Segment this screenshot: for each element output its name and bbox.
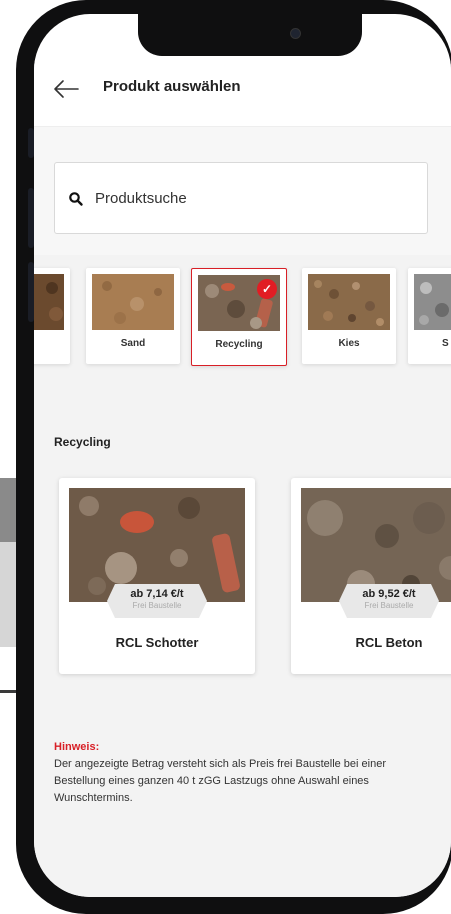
hint-box: Hinweis: Der angezeigte Betrag versteht … (54, 739, 429, 807)
category-label: Sand (120, 338, 146, 349)
selected-check-icon: ✓ (257, 279, 277, 299)
category-label: S (442, 338, 449, 349)
category-image (92, 274, 174, 330)
hint-text: Der angezeigte Betrag versteht sich als … (54, 758, 387, 804)
main-content: Produktsuche Sand ✓ Recycling Kies S Rec… (34, 127, 451, 897)
product-card[interactable]: ab 9,52 €/t Frei Baustelle RCL Beton (291, 478, 451, 674)
product-name: RCL Schotter (115, 635, 199, 650)
camera-icon (290, 28, 301, 39)
price-tag: ab 7,14 €/t Frei Baustelle (107, 584, 207, 618)
search-section: Produktsuche (34, 127, 451, 255)
category-label: Recycling (215, 339, 263, 350)
hint-label: Hinweis: (54, 741, 100, 753)
price-label: ab 9,52 €/t (362, 588, 416, 600)
category-item-kies[interactable]: Kies (302, 268, 396, 364)
category-item-sand[interactable]: Sand (86, 268, 180, 364)
price-note: Frei Baustelle (364, 601, 414, 610)
category-label: Kies (338, 338, 360, 349)
search-placeholder: Produktsuche (95, 190, 187, 207)
phone-notch (138, 14, 362, 56)
price-label: ab 7,14 €/t (130, 588, 184, 600)
price-note: Frei Baustelle (132, 601, 182, 610)
price-tag: ab 9,52 €/t Frei Baustelle (339, 584, 439, 618)
product-card[interactable]: ab 7,14 €/t Frei Baustelle RCL Schotter (59, 478, 255, 674)
product-name: RCL Beton (355, 635, 423, 650)
search-input[interactable]: Produktsuche (54, 162, 428, 234)
category-carousel[interactable]: Sand ✓ Recycling Kies S (34, 268, 451, 368)
section-title: Recycling (54, 435, 111, 449)
page-title: Produkt auswählen (103, 78, 241, 95)
phone-screen: Produkt auswählen Produktsuche Sand ✓ Re… (34, 14, 451, 897)
app-header: Produkt auswählen (34, 60, 451, 127)
back-arrow-icon[interactable] (52, 78, 80, 100)
category-item-recycling[interactable]: ✓ Recycling (191, 268, 287, 366)
search-icon (69, 192, 83, 206)
category-item[interactable] (34, 268, 70, 364)
category-item[interactable]: S (408, 268, 451, 364)
category-image (414, 274, 451, 330)
category-image (308, 274, 390, 330)
category-image (34, 274, 64, 330)
